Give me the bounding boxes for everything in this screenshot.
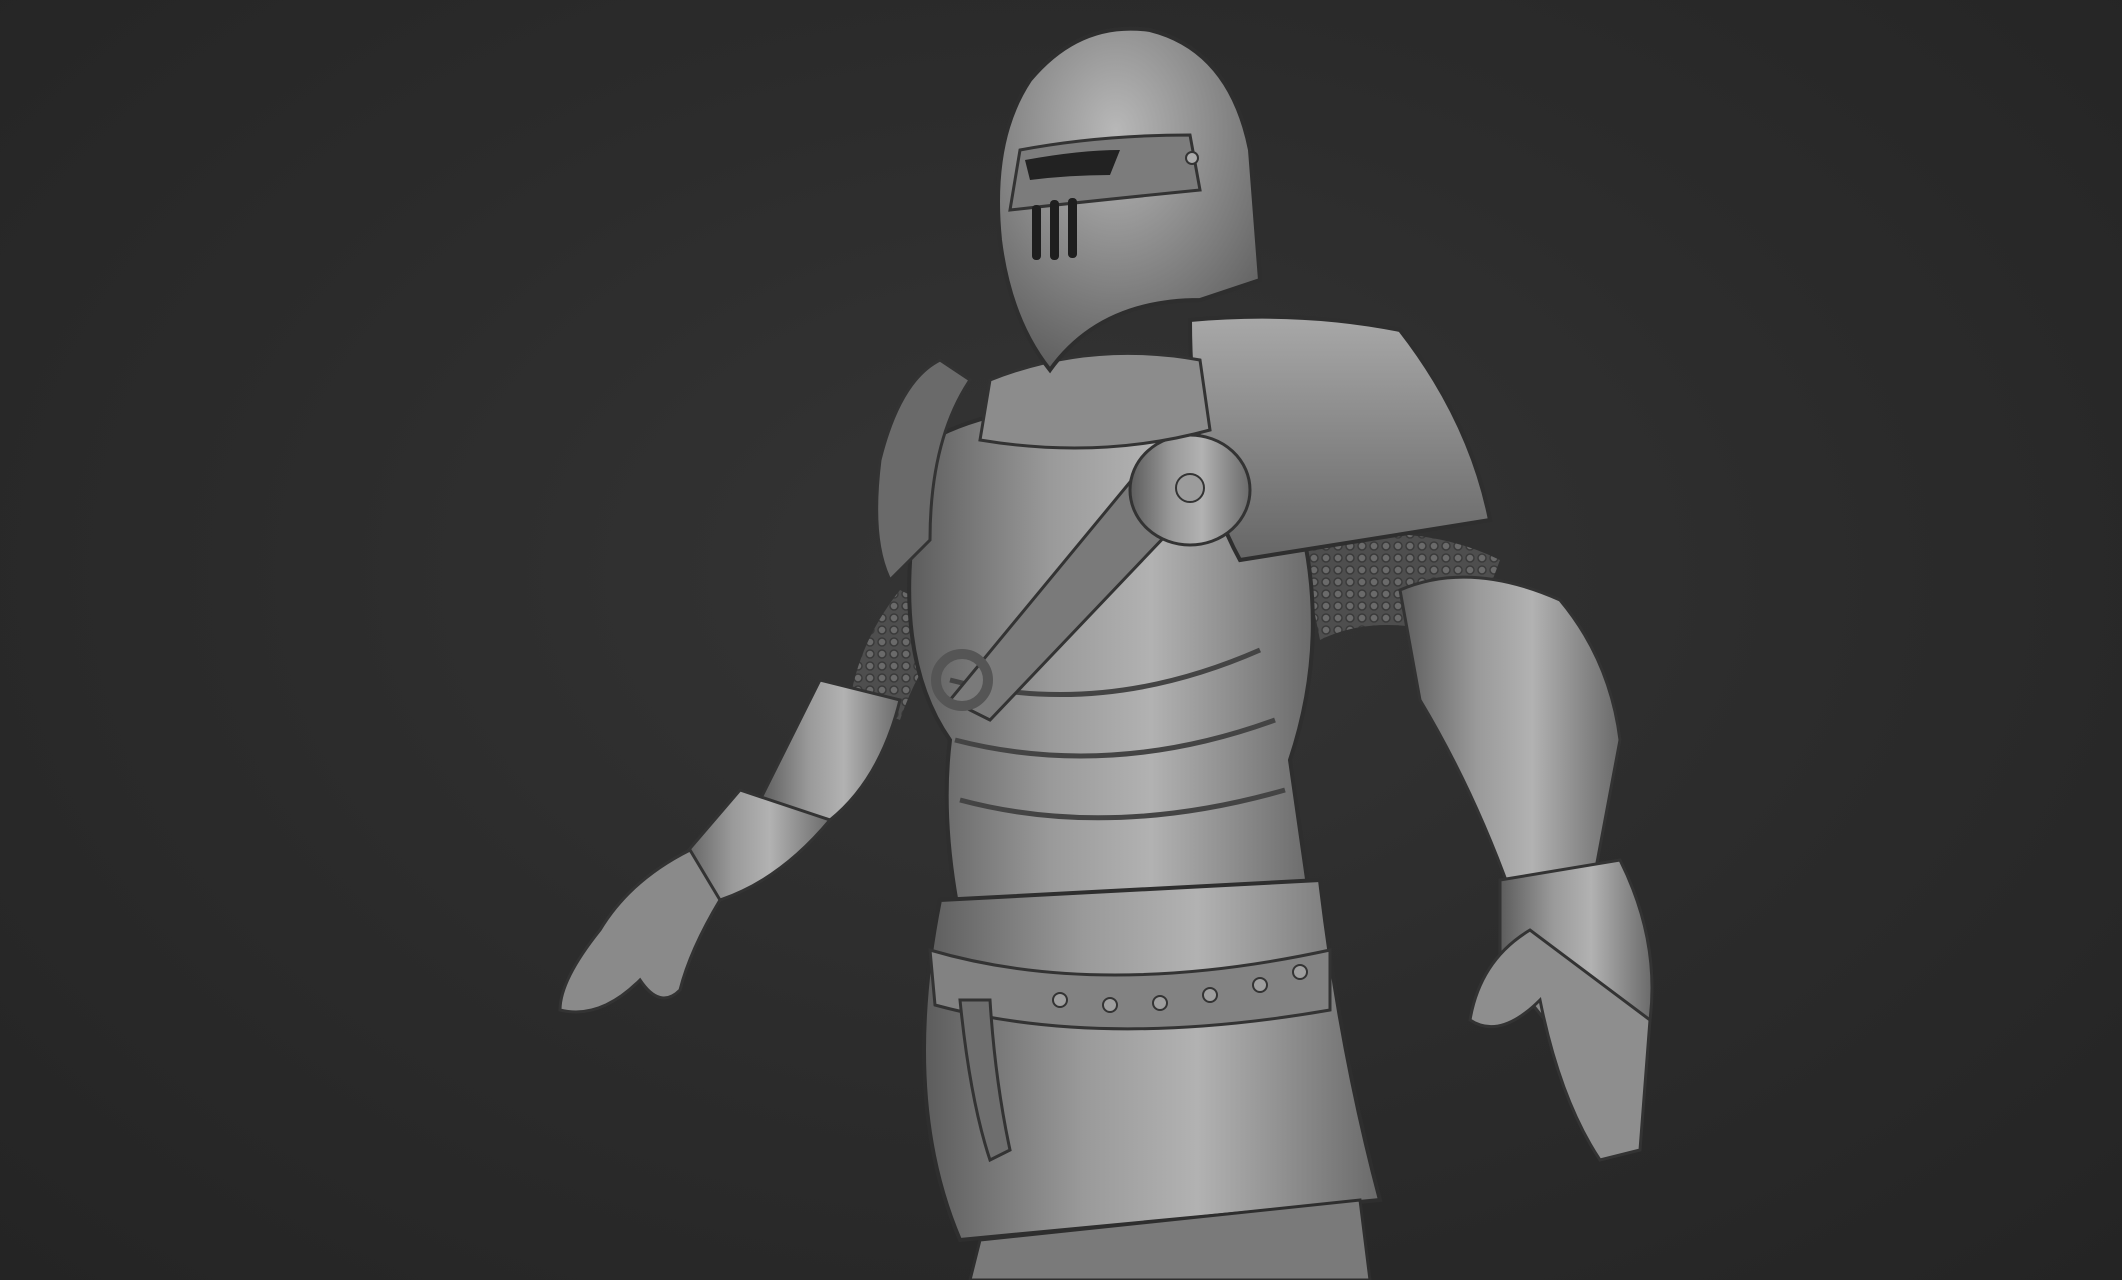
right-pauldron <box>1128 314 1493 563</box>
viewport-background <box>0 0 2122 1280</box>
right-arm <box>1300 533 1654 1162</box>
knight-render <box>558 26 1654 1280</box>
gorget <box>978 351 1212 450</box>
belt-and-tassets <box>922 877 1383 1243</box>
left-arm <box>558 590 960 1014</box>
